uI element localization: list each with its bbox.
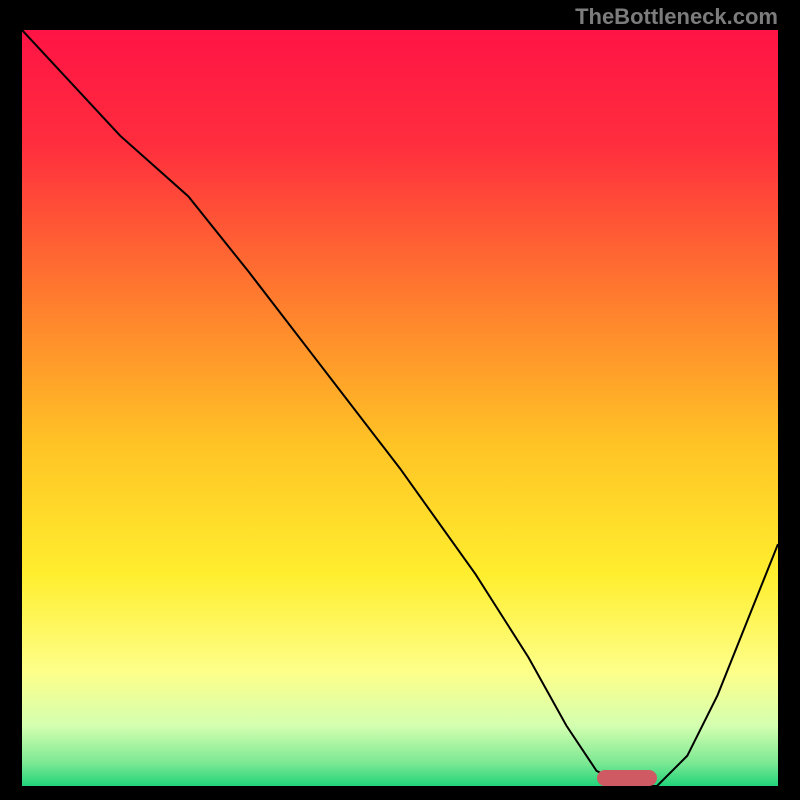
optimal-range-marker — [597, 770, 657, 786]
watermark-text: TheBottleneck.com — [575, 4, 778, 30]
plot-area — [22, 30, 778, 778]
background-gradient — [22, 30, 778, 786]
chart-frame: TheBottleneck.com — [0, 0, 800, 800]
